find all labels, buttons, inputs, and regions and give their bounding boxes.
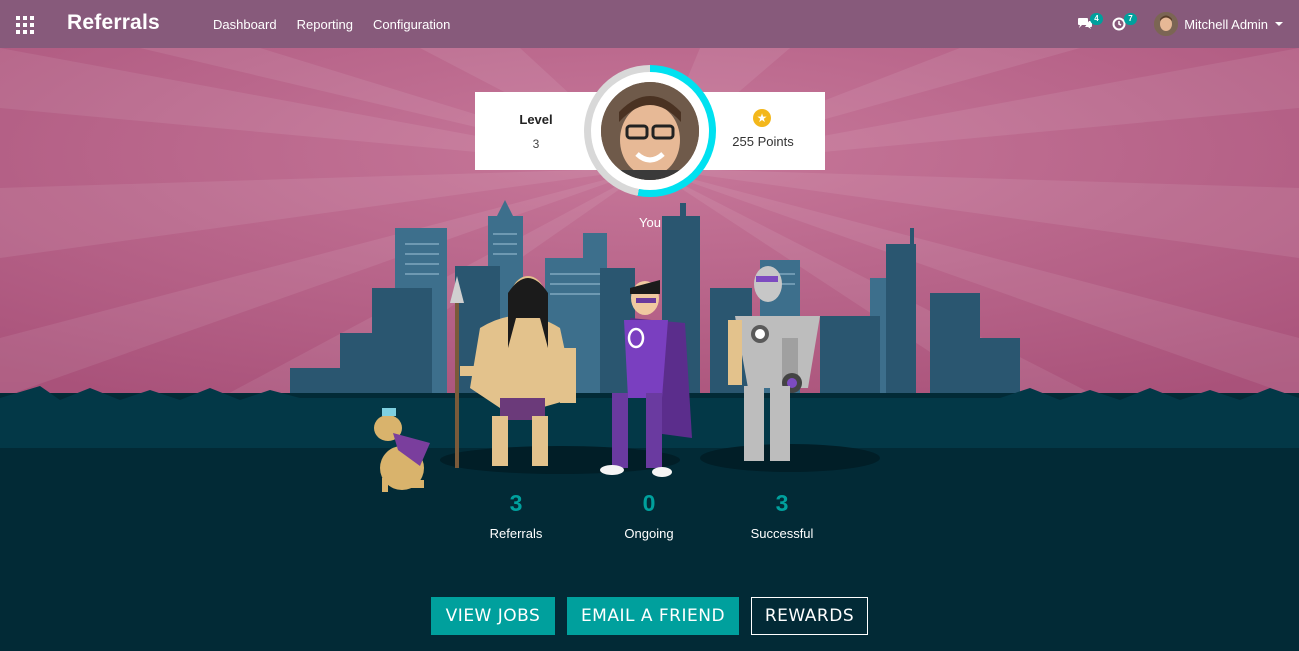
star-icon: ★	[753, 109, 771, 127]
user-menu[interactable]: Mitchell Admin	[1136, 12, 1299, 36]
stat-ongoing-value: 0	[642, 490, 656, 516]
points-value: 255 Points	[732, 134, 794, 149]
apps-menu-icon[interactable]	[16, 16, 34, 34]
stat-ongoing[interactable]: 0 Ongoing	[589, 490, 709, 541]
messages-button[interactable]: 4	[1068, 0, 1103, 48]
activities-badge: 7	[1124, 13, 1137, 25]
systray: 4 7 Mitchell Admin	[1068, 0, 1299, 48]
level-label: Level	[519, 112, 553, 127]
stat-referrals-label: Referrals	[489, 526, 543, 541]
messages-badge: 4	[1090, 13, 1103, 25]
stat-referrals[interactable]: 3 Referrals	[456, 490, 576, 541]
profile-photo	[601, 82, 699, 180]
stat-successful-label: Successful	[750, 526, 814, 541]
main-menu: Dashboard Reporting Configuration	[203, 0, 460, 48]
app-title[interactable]: Referrals	[67, 11, 160, 35]
email-friend-button[interactable]: EMAIL A FRIEND	[567, 597, 739, 635]
level-progress-ring	[584, 65, 716, 197]
top-navbar: Referrals Dashboard Reporting Configurat…	[0, 0, 1299, 48]
user-name: Mitchell Admin	[1184, 16, 1268, 32]
level-value: 3	[532, 137, 540, 151]
stat-referrals-value: 3	[509, 490, 523, 516]
stat-successful-value: 3	[775, 490, 789, 516]
activities-button[interactable]: 7	[1102, 0, 1137, 48]
caret-down-icon	[1275, 22, 1283, 26]
menu-configuration[interactable]: Configuration	[363, 17, 460, 32]
view-jobs-button[interactable]: VIEW JOBS	[431, 597, 555, 635]
stat-successful[interactable]: 3 Successful	[722, 490, 842, 541]
stat-ongoing-label: Ongoing	[624, 526, 674, 541]
menu-reporting[interactable]: Reporting	[287, 17, 363, 32]
you-label: You	[639, 215, 661, 230]
menu-dashboard[interactable]: Dashboard	[203, 17, 287, 32]
user-avatar	[1154, 12, 1179, 36]
rewards-button[interactable]: REWARDS	[751, 597, 868, 635]
